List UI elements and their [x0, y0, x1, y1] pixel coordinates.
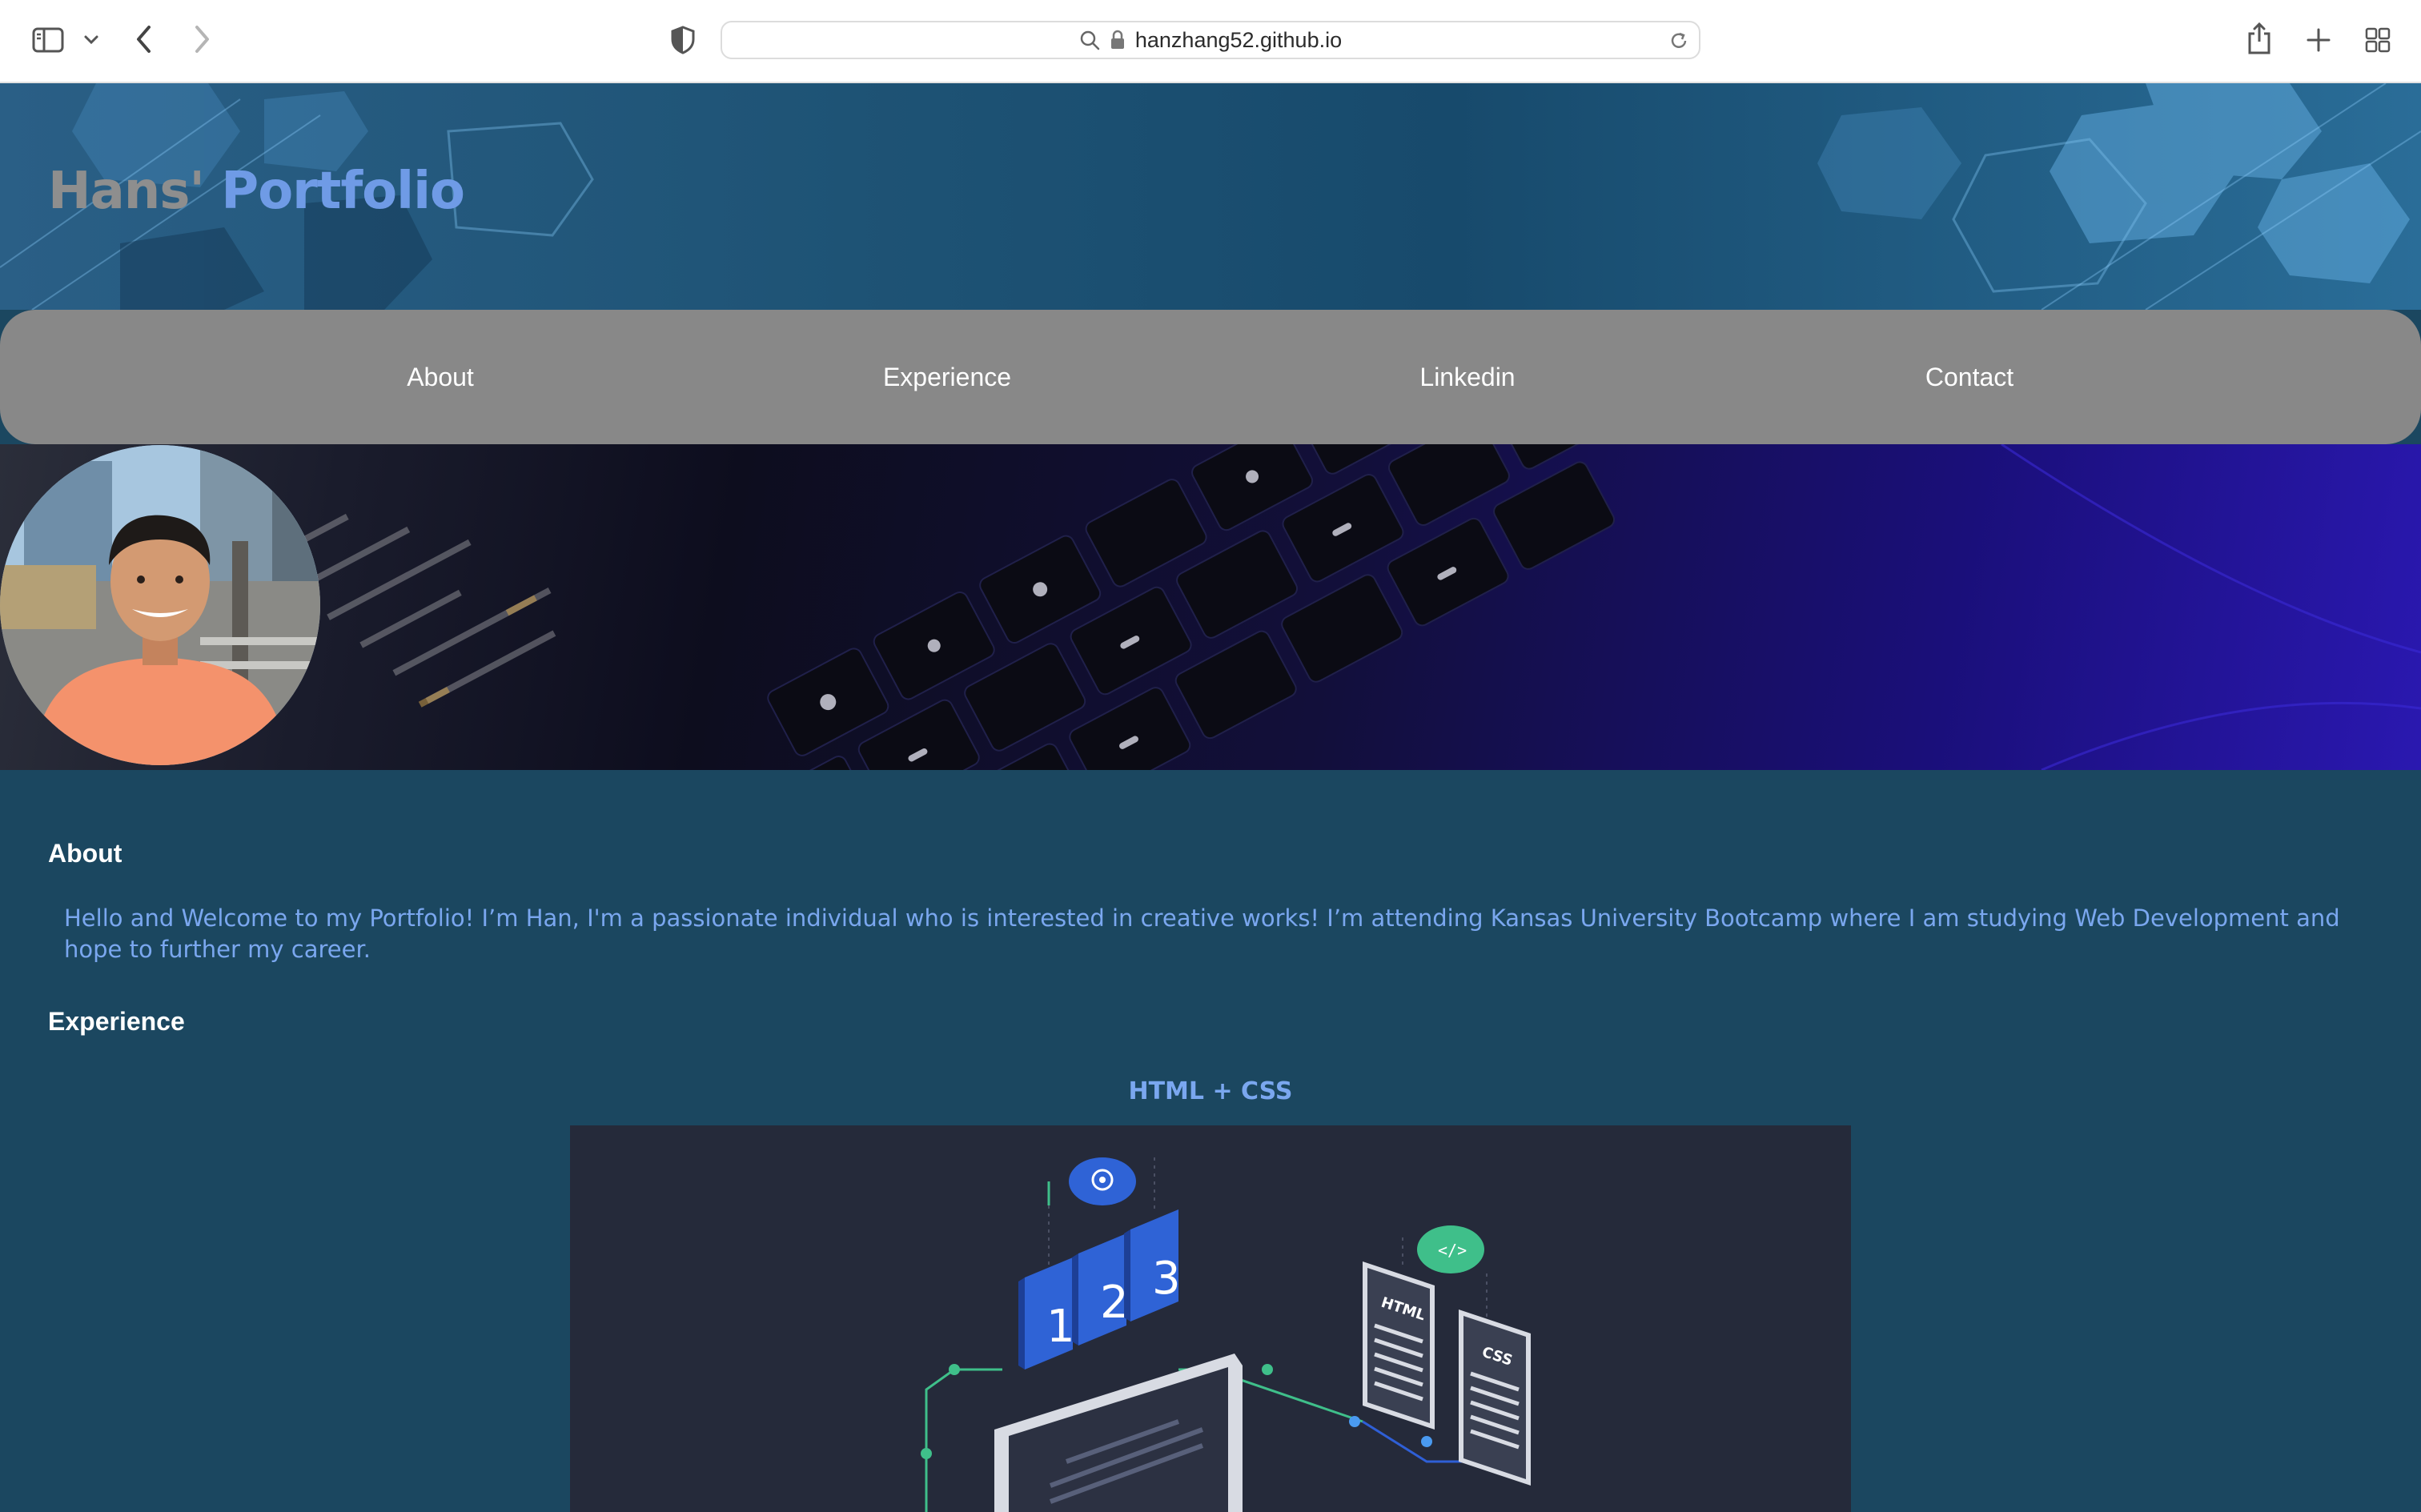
forward-icon[interactable] — [192, 24, 211, 54]
tab-overview-icon[interactable] — [2365, 27, 2391, 53]
project-image[interactable]: 1 2 3 </> HTML CSS — [570, 1125, 1851, 1512]
site-title-word: Portfolio — [221, 162, 465, 221]
share-icon[interactable] — [2246, 21, 2272, 56]
nav-link-contact[interactable]: Contact — [1925, 310, 2013, 444]
site-title: Hans' Portfolio — [48, 162, 465, 221]
lock-icon — [1110, 30, 1124, 49]
hero-keyboard-image — [0, 444, 2421, 770]
sidebar-icon[interactable] — [32, 27, 64, 53]
site-title-name: Hans' — [48, 162, 205, 221]
url-text[interactable]: hanzhang52.github.io — [1135, 28, 1342, 53]
address-bar[interactable]: hanzhang52.github.io — [721, 21, 1700, 59]
gear-icon — [1069, 1157, 1136, 1205]
step-1-label: 1 — [1046, 1301, 1075, 1353]
back-icon[interactable] — [134, 24, 154, 54]
experience-heading: Experience — [48, 1007, 185, 1036]
code-tag-label: </> — [1438, 1241, 1467, 1260]
about-paragraph: Hello and Welcome to my Portfolio! I’m H… — [64, 904, 2340, 963]
about-heading: About — [48, 839, 122, 868]
step-2-label: 2 — [1100, 1277, 1129, 1329]
step-3-label: 3 — [1152, 1253, 1181, 1305]
avatar — [0, 445, 320, 765]
search-icon — [1080, 30, 1100, 50]
nav-link-about[interactable]: About — [407, 310, 474, 444]
main-nav: About Experience Linkedin Contact — [0, 310, 2421, 444]
header-banner: Hans' Portfolio — [0, 83, 2421, 310]
profile-photo — [0, 445, 320, 765]
nav-link-linkedin[interactable]: Linkedin — [1419, 310, 1515, 444]
nav-link-experience[interactable]: Experience — [883, 310, 1011, 444]
html-css-illustration: 1 2 3 </> HTML CSS — [921, 1157, 1531, 1512]
privacy-shield-icon[interactable] — [671, 26, 695, 54]
chevron-down-icon[interactable] — [83, 34, 99, 46]
project-title[interactable]: HTML + CSS — [0, 1077, 2421, 1105]
keyboard-illustration — [260, 444, 2421, 770]
browser-toolbar: hanzhang52.github.io — [0, 0, 2421, 83]
new-tab-icon[interactable] — [2306, 27, 2331, 53]
reload-icon[interactable] — [1668, 30, 1689, 51]
